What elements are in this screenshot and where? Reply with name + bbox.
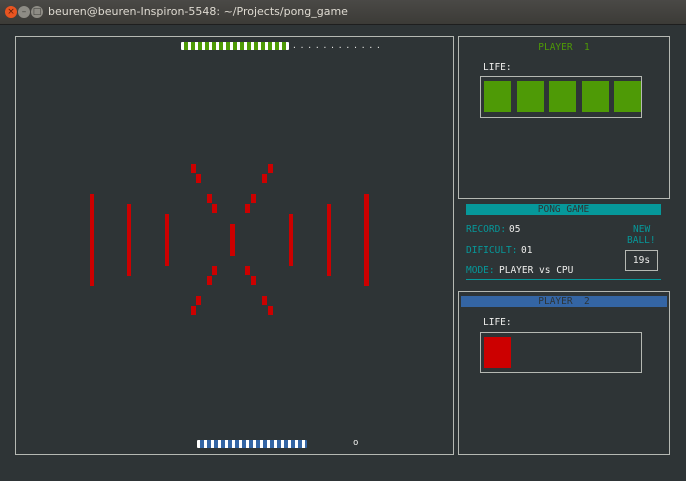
brick <box>212 204 217 213</box>
brick <box>262 174 267 183</box>
window-titlebar: × – □ beuren@beuren-Inspiron-5548: ~/Pro… <box>0 0 686 25</box>
terminal-area: . . . . . . . . . . . . o PLAYER 1 LIFE:… <box>0 25 686 481</box>
brick <box>268 306 273 315</box>
ball: o <box>353 438 359 448</box>
timer-value: 19s <box>632 255 651 266</box>
player2-title: PLAYER 2 <box>461 296 667 307</box>
maximize-window-button[interactable]: □ <box>31 6 43 18</box>
brick <box>251 194 256 203</box>
brick <box>245 266 250 275</box>
brick-bar <box>90 194 94 286</box>
player1-life-block <box>581 81 609 112</box>
player1-panel: PLAYER 1 LIFE: <box>458 36 670 199</box>
window-title: beuren@beuren-Inspiron-5548: ~/Projects/… <box>48 5 348 18</box>
player1-life-block <box>516 81 544 112</box>
record-label: RECORD: <box>466 224 507 235</box>
player2-life-container <box>480 332 642 373</box>
new-ball-timer: 19s <box>625 250 658 271</box>
brick <box>268 164 273 173</box>
player1-life-label: LIFE: <box>483 62 512 73</box>
brick <box>212 266 217 275</box>
dificult-label: DIFICULT: <box>466 245 518 256</box>
brick <box>207 276 212 285</box>
player2-life-block <box>484 337 511 368</box>
close-window-button[interactable]: × <box>5 6 17 18</box>
brick <box>251 276 256 285</box>
brick-bar <box>327 204 331 276</box>
brick <box>262 296 267 305</box>
player1-life-block <box>549 81 576 112</box>
brick <box>245 204 250 213</box>
mode-value: PLAYER vs CPU <box>499 265 574 276</box>
top-paddle-track: . . . . . . . . . . . . <box>292 41 381 50</box>
brick <box>196 296 201 305</box>
player2-life-label: LIFE: <box>483 317 512 328</box>
mode-label: MODE: <box>466 265 495 276</box>
brick <box>207 194 212 203</box>
dificult-value: 01 <box>521 245 533 256</box>
brick <box>191 164 196 173</box>
player1-life-block <box>614 81 641 112</box>
brick <box>191 306 196 315</box>
game-field: . . . . . . . . . . . . o <box>15 36 454 455</box>
info-divider <box>466 279 661 280</box>
brick-bar <box>165 214 169 266</box>
brick <box>196 174 201 183</box>
brick-bar <box>364 194 369 286</box>
info-header: PONG GAME <box>466 204 661 215</box>
player1-title: PLAYER 1 <box>538 42 590 53</box>
new-ball-line2: BALL! <box>627 235 656 246</box>
record-value: 05 <box>509 224 521 235</box>
minimize-window-button[interactable]: – <box>18 6 30 18</box>
player1-paddle <box>181 42 289 50</box>
brick-bar <box>127 204 131 276</box>
player1-life-block <box>484 81 511 112</box>
player2-panel: PLAYER 2 LIFE: <box>458 291 670 455</box>
player2-paddle <box>197 440 307 448</box>
brick-bar <box>289 214 293 266</box>
brick-bar <box>230 224 235 256</box>
player1-life-container <box>480 76 642 118</box>
